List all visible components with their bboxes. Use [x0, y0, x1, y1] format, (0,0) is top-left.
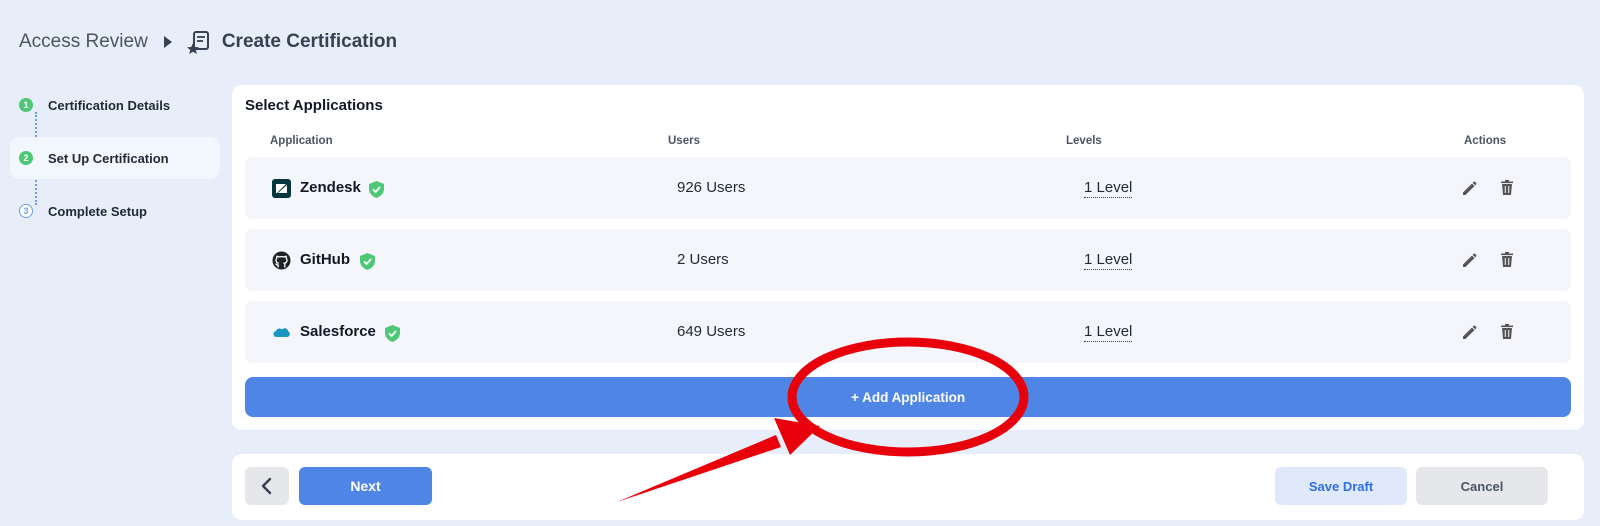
app-name: Salesforce [300, 323, 376, 340]
step-label: Certification Details [48, 97, 171, 113]
salesforce-logo-icon [273, 328, 290, 337]
step-number: 2 [19, 151, 33, 165]
column-header-application: Application [270, 135, 333, 147]
page-title: Create Certification [221, 31, 398, 52]
cancel-button[interactable]: Cancel [1416, 467, 1548, 505]
github-logo-icon [272, 251, 291, 270]
chevron-left-icon [261, 477, 272, 495]
user-count: 2 Users [677, 251, 729, 268]
levels-link[interactable]: 1 Level [1084, 323, 1133, 342]
verified-shield-icon [369, 181, 384, 198]
breadcrumb-separator-icon [163, 36, 172, 48]
delete-trash-icon[interactable] [1498, 323, 1516, 341]
select-applications-card: Select Applications Application Users Le… [232, 85, 1584, 430]
edit-pencil-icon[interactable] [1461, 179, 1479, 197]
table-row: GitHub 2 Users 1 Level [245, 229, 1571, 291]
breadcrumb: Access Review Create Certification [19, 28, 397, 56]
step-certification-details[interactable]: 1 Certification Details [10, 84, 220, 126]
step-complete-setup[interactable]: 3 Complete Setup [10, 190, 220, 232]
step-number: 3 [19, 204, 33, 218]
add-application-button[interactable]: + Add Application [245, 377, 1571, 417]
step-number: 1 [19, 98, 33, 112]
edit-pencil-icon[interactable] [1461, 323, 1479, 341]
breadcrumb-access-review[interactable]: Access Review [19, 31, 148, 53]
back-button[interactable] [245, 467, 289, 505]
column-header-levels: Levels [1066, 135, 1102, 147]
verified-shield-icon [360, 253, 375, 270]
delete-trash-icon[interactable] [1498, 251, 1516, 269]
wizard-footer: Next Save Draft Cancel [232, 454, 1584, 520]
step-set-up-certification[interactable]: 2 Set Up Certification [10, 137, 220, 179]
app-name: GitHub [300, 251, 350, 268]
stepper: 1 Certification Details 2 Set Up Certifi… [10, 84, 220, 243]
edit-pencil-icon[interactable] [1461, 251, 1479, 269]
column-header-actions: Actions [1464, 135, 1507, 147]
user-count: 649 Users [677, 323, 746, 340]
table-row: Salesforce 649 Users 1 Level [245, 301, 1571, 363]
user-count: 926 Users [677, 179, 746, 196]
section-title: Select Applications [245, 97, 383, 114]
step-label: Set Up Certification [48, 150, 169, 166]
levels-link[interactable]: 1 Level [1084, 179, 1133, 198]
levels-link[interactable]: 1 Level [1084, 251, 1133, 270]
certificate-icon [186, 31, 209, 54]
step-label: Complete Setup [48, 203, 147, 219]
verified-shield-icon [385, 325, 400, 342]
zendesk-logo-icon [272, 179, 291, 198]
column-header-users: Users [668, 135, 700, 147]
table-row: Zendesk 926 Users 1 Level [245, 157, 1571, 219]
next-button[interactable]: Next [299, 467, 432, 505]
save-draft-button[interactable]: Save Draft [1275, 467, 1407, 505]
delete-trash-icon[interactable] [1498, 179, 1516, 197]
app-name: Zendesk [300, 179, 361, 196]
